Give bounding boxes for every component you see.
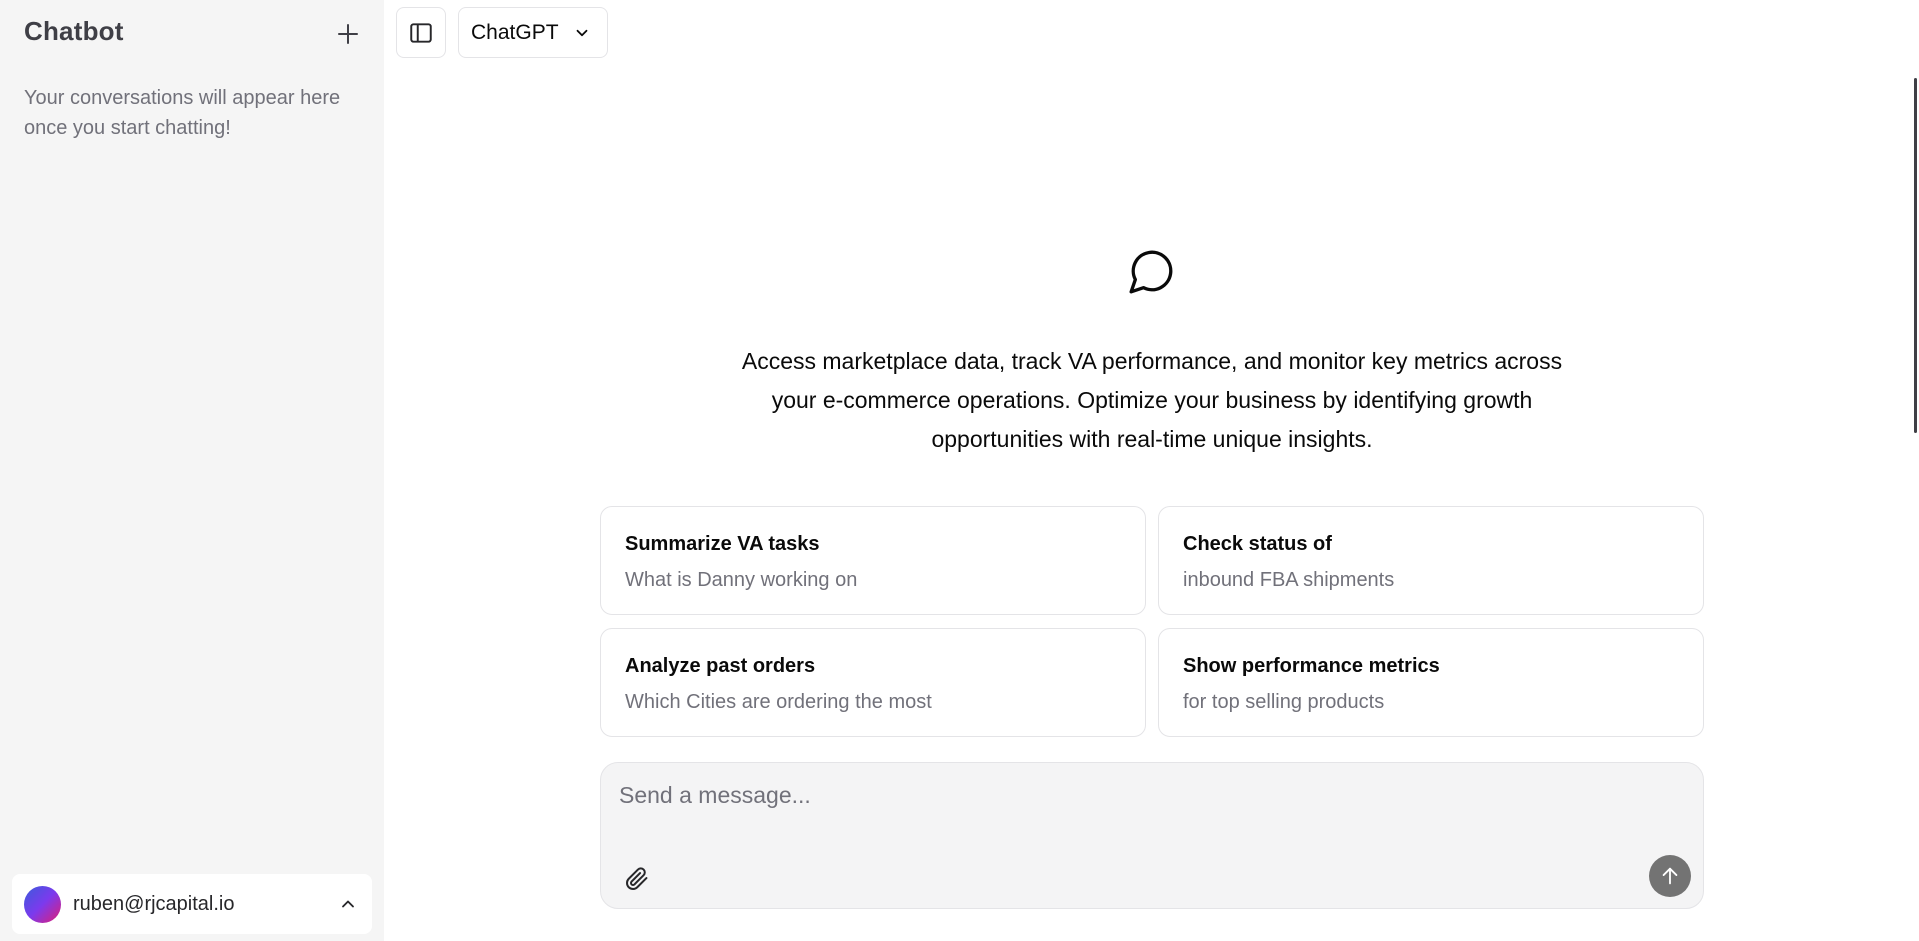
toggle-sidebar-button[interactable] (396, 7, 446, 58)
suggestion-card[interactable]: Summarize VA tasks What is Danny working… (600, 506, 1146, 615)
suggestion-title: Show performance metrics (1183, 655, 1440, 677)
suggestion-subtitle: What is Danny working on (625, 569, 858, 591)
model-selector[interactable]: ChatGPT (458, 7, 608, 58)
suggestion-subtitle: Which Cities are ordering the most (625, 691, 932, 713)
empty-conversations-message: Your conversations will appear here once… (24, 87, 341, 139)
suggestion-card[interactable]: Show performance metrics for top selling… (1158, 628, 1704, 737)
paperclip-icon (626, 867, 648, 890)
suggestion-subtitle: inbound FBA shipments (1183, 569, 1395, 591)
new-chat-button[interactable] (328, 16, 368, 52)
message-circle-icon (1129, 250, 1173, 294)
avatar (24, 885, 61, 923)
sidebar-title: Chatbot (24, 16, 124, 46)
attach-file-button[interactable] (619, 861, 655, 897)
suggestion-title: Check status of (1183, 533, 1332, 555)
suggestion-title: Analyze past orders (625, 655, 816, 677)
user-menu-button[interactable]: ruben@rjcapital.io (12, 874, 372, 934)
sidebar-toggle-icon (410, 22, 432, 43)
suggestion-subtitle: for top selling products (1183, 691, 1385, 713)
model-selector-label: ChatGPT (471, 20, 559, 44)
suggestion-card[interactable]: Check status of inbound FBA shipments (1158, 506, 1704, 615)
sidebar: Chatbot Your conversations will appear h… (0, 0, 384, 941)
scrollbar[interactable] (1914, 78, 1917, 433)
chevron-up-icon (336, 892, 360, 916)
suggestion-title: Summarize VA tasks (625, 533, 820, 555)
send-button[interactable] (1649, 855, 1691, 897)
suggestion-card[interactable]: Analyze past orders Which Cities are ord… (600, 628, 1146, 737)
message-composer (600, 762, 1704, 909)
welcome-text: Access marketplace data, track VA perfor… (741, 348, 1563, 452)
arrow-up-icon (1662, 867, 1678, 885)
message-input[interactable] (619, 775, 1679, 815)
chevron-down-icon (573, 24, 591, 42)
user-email: ruben@rjcapital.io (73, 892, 235, 915)
plus-icon (338, 24, 358, 44)
